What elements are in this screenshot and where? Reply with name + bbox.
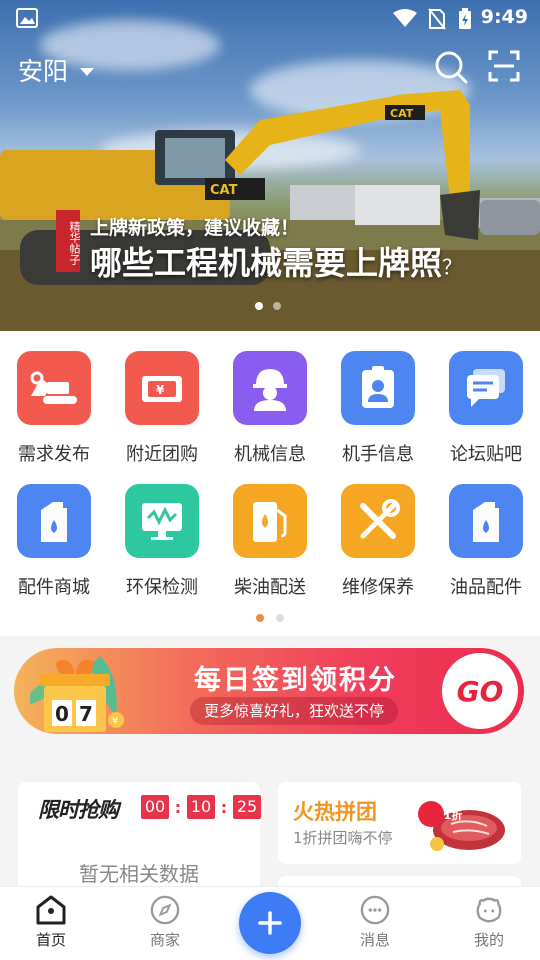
category-grid: 需求发布 ¥ 附近团购 机械信息 机手信息 论坛贴吧 配件商城 环保检测 柴油配… bbox=[0, 331, 540, 636]
grid-dot bbox=[276, 614, 284, 622]
city-label: 安阳 bbox=[18, 57, 69, 86]
grid-item-nearby-group-buy[interactable]: ¥ 附近团购 bbox=[108, 351, 216, 466]
timer-minutes: 10 bbox=[187, 795, 215, 819]
grid-label: 附近团购 bbox=[126, 444, 198, 465]
discount-badge: 1折 bbox=[443, 809, 463, 822]
grid-label: 机械信息 bbox=[234, 444, 306, 465]
no-sim-icon bbox=[428, 8, 446, 30]
chat-icon bbox=[449, 351, 523, 425]
grid-label: 油品配件 bbox=[450, 577, 522, 598]
tab-merchants[interactable]: 商家 bbox=[125, 895, 205, 950]
group-buy-subtitle: 1折拼团嗨不停 bbox=[293, 829, 393, 847]
grid-item-diesel-delivery[interactable]: 柴油配送 bbox=[216, 484, 324, 599]
grid-item-forum[interactable]: 论坛贴吧 bbox=[432, 351, 540, 466]
scan-icon[interactable] bbox=[488, 50, 520, 82]
message-icon bbox=[360, 895, 390, 925]
grid-label: 机手信息 bbox=[342, 444, 414, 465]
tab-label: 消息 bbox=[359, 931, 390, 949]
worker-helmet-icon bbox=[233, 351, 307, 425]
meat-product-image bbox=[418, 801, 505, 851]
id-badge-icon bbox=[341, 351, 415, 425]
city-selector[interactable]: 安阳 bbox=[18, 52, 95, 88]
top-bar: 安阳 bbox=[0, 44, 540, 92]
home-icon bbox=[36, 895, 66, 925]
timer-hours: 00 bbox=[141, 795, 169, 819]
add-button[interactable] bbox=[239, 892, 301, 954]
tab-profile[interactable]: 我的 bbox=[449, 895, 529, 950]
banner-title-suffix: ？ bbox=[442, 255, 463, 279]
go-label: GO bbox=[456, 674, 504, 708]
grid-pagination bbox=[256, 614, 284, 622]
group-buy-title: 火热拼团 bbox=[293, 800, 377, 824]
banner-dot bbox=[255, 302, 263, 310]
banner-dot bbox=[273, 302, 281, 310]
grid-item-machinery-info[interactable]: 机械信息 bbox=[216, 351, 324, 466]
banner-title-text: 哪些工程机械需要上牌照 bbox=[90, 244, 443, 282]
tab-label: 首页 bbox=[35, 931, 66, 949]
tools-icon bbox=[341, 484, 415, 558]
excavator-icon bbox=[17, 351, 91, 425]
grid-item-repair-maintenance[interactable]: 维修保养 bbox=[324, 484, 432, 599]
grid-label: 论坛贴吧 bbox=[450, 444, 522, 465]
grid-label: 配件商城 bbox=[18, 577, 90, 598]
fuel-pump-icon bbox=[233, 484, 307, 558]
grid-label: 环保检测 bbox=[126, 577, 198, 598]
wifi-icon bbox=[393, 9, 417, 27]
grid-item-eco-inspection[interactable]: 环保检测 bbox=[108, 484, 216, 599]
banner-tag: 精华帖子 bbox=[56, 210, 81, 272]
oil-bottle-icon bbox=[449, 484, 523, 558]
grid-label: 柴油配送 bbox=[234, 577, 306, 598]
empty-state-text: 暂无相关数据 bbox=[79, 862, 199, 886]
chevron-down-icon bbox=[80, 68, 95, 76]
status-bar: 9:49 bbox=[0, 0, 540, 36]
grid-label: 维修保养 bbox=[342, 577, 414, 598]
svg-text:¥: ¥ bbox=[112, 716, 118, 727]
coupon-icon: ¥ bbox=[125, 351, 199, 425]
flash-sale-title: 限时抢购 bbox=[38, 798, 119, 822]
grid-dot bbox=[256, 614, 264, 622]
banner-title: 哪些工程机械需要上牌照？ bbox=[90, 238, 462, 284]
svg-text:CAT: CAT bbox=[390, 107, 414, 120]
tab-label: 商家 bbox=[149, 931, 180, 949]
svg-text:¥: ¥ bbox=[156, 383, 165, 397]
battery-charging-icon bbox=[459, 8, 471, 29]
plus-icon bbox=[258, 911, 282, 935]
flash-sale-card[interactable]: 限时抢购 00 : 10 : 25 暂无相关数据 bbox=[18, 782, 261, 902]
svg-text:CAT: CAT bbox=[210, 183, 238, 198]
image-icon bbox=[16, 8, 38, 28]
grid-item-operator-info[interactable]: 机手信息 bbox=[324, 351, 432, 466]
go-button[interactable]: GO bbox=[442, 653, 518, 729]
sign-title: 每日签到领积分 bbox=[194, 665, 397, 696]
tab-label: 我的 bbox=[473, 931, 504, 949]
timer-separator: : bbox=[220, 797, 228, 817]
grid-item-parts-mall[interactable]: 配件商城 bbox=[0, 484, 108, 599]
daily-sign-in-banner[interactable]: ¥ 0 7 每日签到领积分 更多惊喜好礼，狂欢送不停 GO bbox=[14, 648, 524, 734]
clock: 9:49 bbox=[480, 6, 528, 28]
grid-item-demand-publish[interactable]: 需求发布 bbox=[0, 351, 108, 466]
compass-icon bbox=[150, 895, 180, 925]
timer-seconds: 25 bbox=[233, 795, 261, 819]
group-buy-card[interactable]: 火热拼团 1折拼团嗨不停 1折 bbox=[278, 782, 521, 864]
countdown-timer: 00 : 10 : 25 bbox=[141, 795, 261, 819]
oil-bottle-icon bbox=[17, 484, 91, 558]
banner-pagination bbox=[255, 302, 281, 310]
hero-banner[interactable]: CAT CAT 9:49 安阳 精华帖子 上牌新政策，建议收藏！ 哪些工程机械需… bbox=[0, 0, 540, 331]
tab-home[interactable]: 首页 bbox=[11, 895, 91, 950]
banner-subtitle: 上牌新政策，建议收藏！ bbox=[90, 217, 300, 239]
profile-icon bbox=[476, 897, 502, 923]
counter-digit: 7 bbox=[79, 702, 93, 726]
sign-subtitle: 更多惊喜好礼，狂欢送不停 bbox=[190, 697, 399, 725]
tab-messages[interactable]: 消息 bbox=[335, 895, 415, 950]
grid-item-oil-parts[interactable]: 油品配件 bbox=[432, 484, 540, 599]
counter-digit: 0 bbox=[55, 702, 69, 726]
timer-separator: : bbox=[174, 797, 182, 817]
grid-label: 需求发布 bbox=[18, 444, 90, 465]
search-icon[interactable] bbox=[434, 50, 468, 84]
monitor-icon bbox=[125, 484, 199, 558]
